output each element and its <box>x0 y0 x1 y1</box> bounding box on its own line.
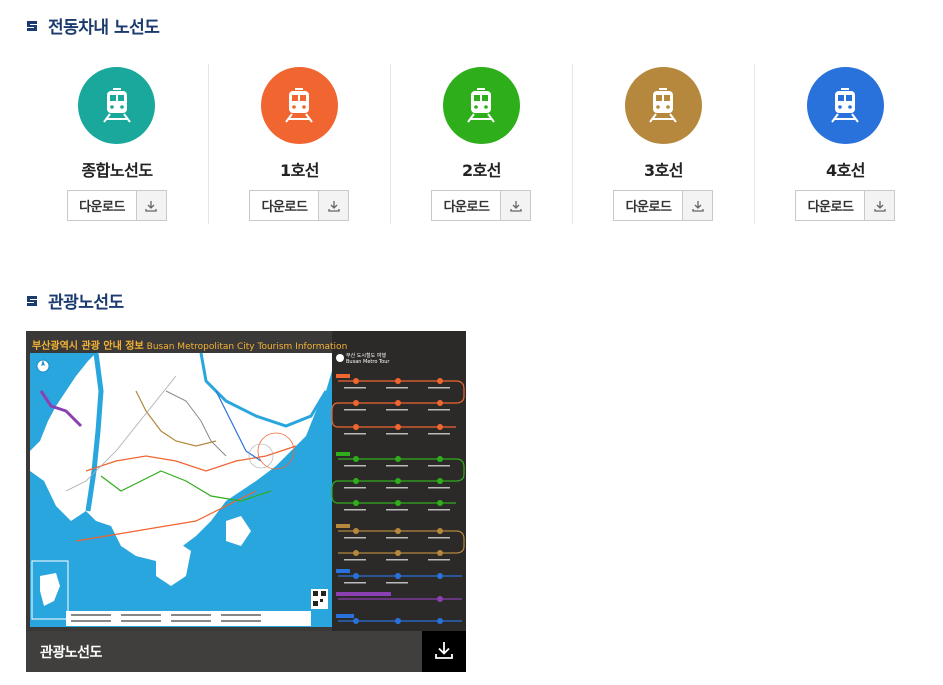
line-card-line2: 2호선 다운로드 <box>389 64 572 224</box>
train-icon <box>260 67 338 144</box>
tourism-map-caption: 관광노선도 <box>40 644 102 661</box>
line-name: 종합노선도 <box>81 161 153 180</box>
download-button[interactable]: 다운로드 <box>66 190 167 221</box>
section-bullet-icon <box>26 295 38 307</box>
tourism-map-title-ko: 부산광역시 관광 안내 정보 <box>32 341 144 352</box>
tourism-map-title: 부산광역시 관광 안내 정보 Busan Metropolitan City To… <box>32 337 347 352</box>
line-name: 1호선 <box>279 161 320 180</box>
tourism-map-image: 부산광역시 관광 안내 정보 Busan Metropolitan City To… <box>26 331 466 631</box>
tourism-map-title-en: Busan Metropolitan City Tourism Informat… <box>146 342 348 352</box>
train-icon <box>624 67 702 144</box>
section-title-text: 전동차내 노선도 <box>48 18 160 38</box>
tourism-map-caption-bar: 관광노선도 <box>26 631 466 672</box>
download-label: 다운로드 <box>79 200 125 215</box>
line-name: 2호선 <box>461 161 502 180</box>
download-button[interactable]: 다운로드 <box>613 190 714 221</box>
train-icon <box>442 67 520 144</box>
line-map-list: 종합노선도 다운로드 1호선 다운로드 2호선 다운로드 3호선 다운로드 4호… <box>26 64 936 224</box>
tourism-map-card[interactable]: 부산광역시 관광 안내 정보 Busan Metropolitan City To… <box>26 331 466 672</box>
download-icon <box>682 191 713 220</box>
line-card-all: 종합노선도 다운로드 <box>26 64 208 224</box>
line-card-line4: 4호선 다운로드 <box>753 64 936 224</box>
legend-title-en: Busan Metro Tour <box>346 359 390 365</box>
section-title-onboard: 전동차내 노선도 <box>26 13 160 38</box>
line-card-line1: 1호선 다운로드 <box>207 64 390 224</box>
legend-title: 부산 도시철도 여행 Busan Metro Tour <box>346 353 389 365</box>
train-icon <box>806 67 884 144</box>
section-title-text: 관광노선도 <box>48 293 124 313</box>
download-icon <box>318 191 349 220</box>
download-icon <box>864 191 895 220</box>
section-bullet-icon <box>26 20 38 32</box>
download-label: 다운로드 <box>261 200 308 215</box>
download-icon <box>135 191 166 220</box>
download-button[interactable]: 다운로드 <box>431 190 532 221</box>
download-icon <box>500 191 531 220</box>
line-name: 4호선 <box>825 161 866 180</box>
section-title-tourism: 관광노선도 <box>26 288 124 313</box>
download-label: 다운로드 <box>443 200 490 215</box>
download-icon <box>434 640 454 664</box>
train-icon <box>78 67 156 144</box>
line-name: 3호선 <box>643 161 684 180</box>
tourism-map-download-button[interactable] <box>422 631 466 672</box>
line-card-line3: 3호선 다운로드 <box>571 64 754 224</box>
download-button[interactable]: 다운로드 <box>249 190 350 221</box>
download-label: 다운로드 <box>625 200 672 215</box>
download-label: 다운로드 <box>807 200 854 215</box>
download-button[interactable]: 다운로드 <box>795 190 896 221</box>
